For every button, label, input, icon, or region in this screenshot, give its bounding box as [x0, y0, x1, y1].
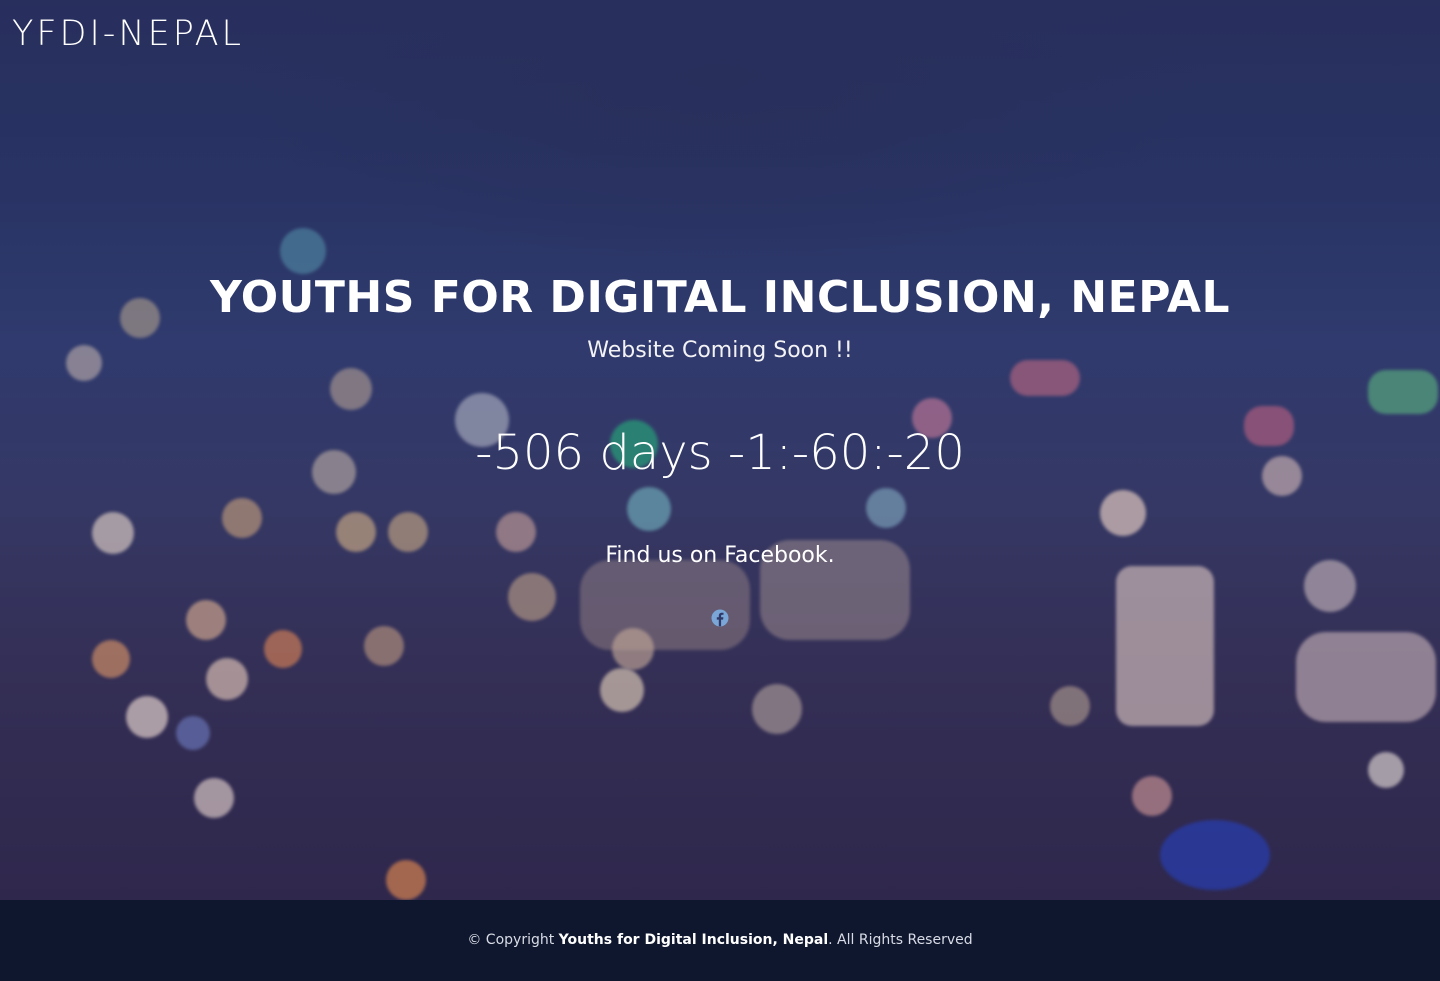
brand-logo-text[interactable]: YFDI-NEPAL	[12, 14, 244, 54]
page-title: YOUTHS FOR DIGITAL INCLUSION, NEPAL	[209, 272, 1230, 323]
copyright-suffix: . All Rights Reserved	[828, 932, 973, 948]
facebook-link[interactable]	[711, 609, 729, 627]
find-us-text: Find us on Facebook.	[605, 543, 835, 568]
footer: © Copyright Youths for Digital Inclusion…	[0, 900, 1440, 981]
copyright-org-name: Youths for Digital Inclusion, Nepal	[558, 932, 829, 948]
coming-soon-subtitle: Website Coming Soon !!	[587, 338, 853, 363]
countdown-timer: -506 days -1:-60:-20	[475, 425, 965, 481]
copyright-prefix: © Copyright	[467, 932, 559, 948]
facebook-icon	[711, 609, 729, 627]
